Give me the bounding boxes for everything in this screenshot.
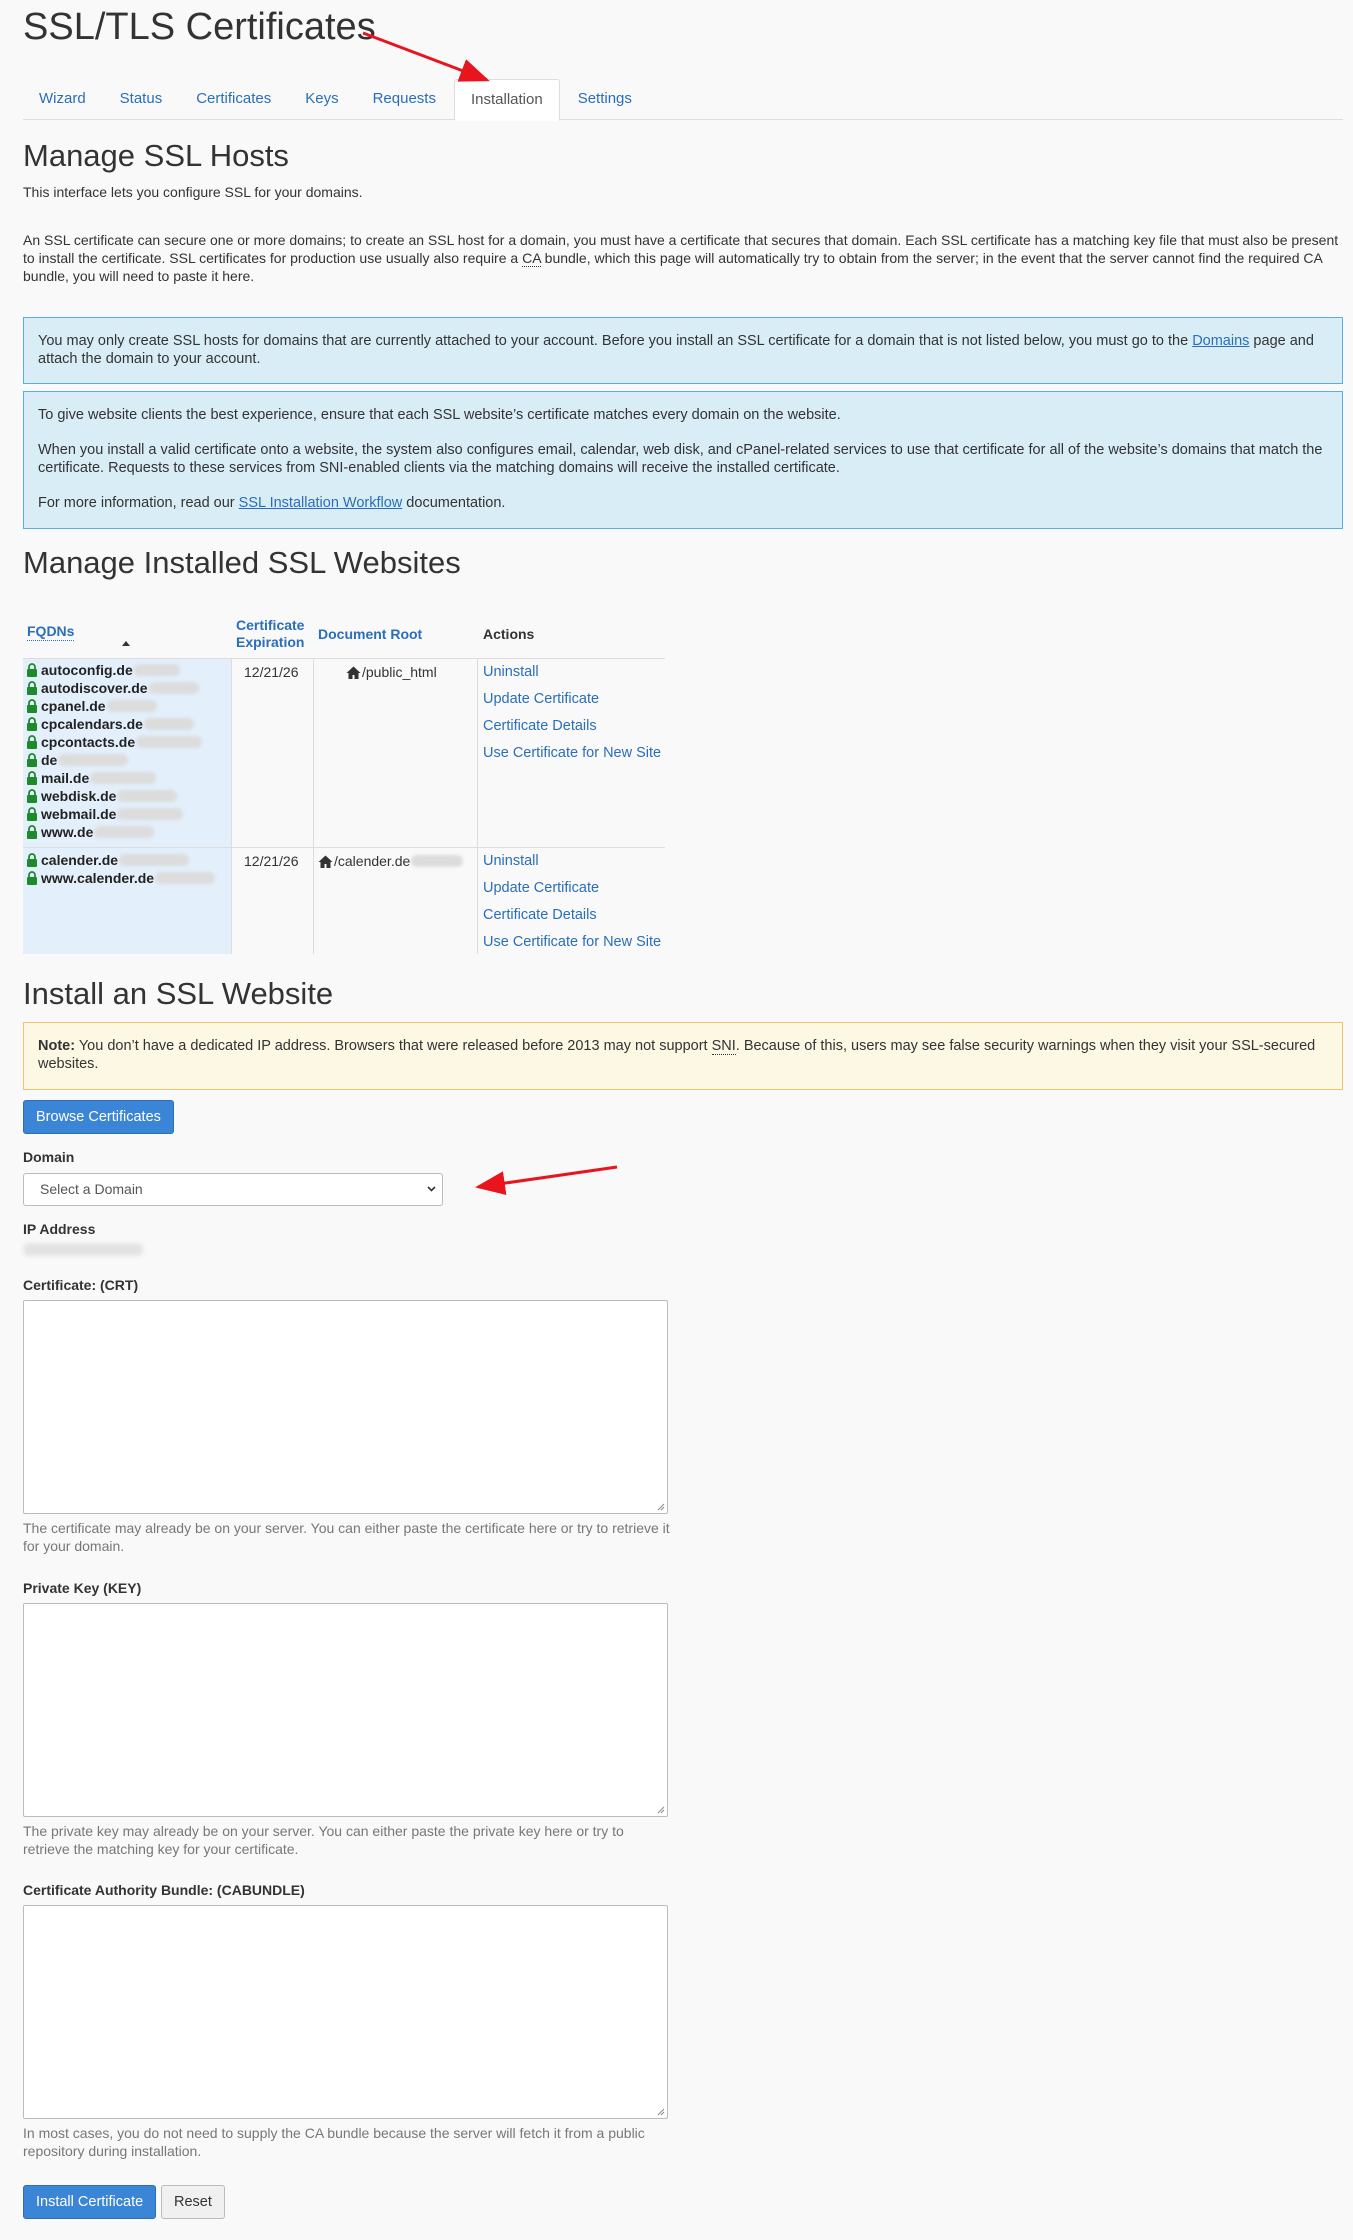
install-ssl-heading: Install an SSL Website [23,976,334,1011]
annotation-arrow-installation [362,31,490,82]
table-row: autoconfig.de autodiscover.de cpanel.de … [23,658,665,847]
list-item: cpcontacts.de [26,733,203,751]
list-item: autoconfig.de [26,661,202,679]
list-item: autodiscover.de [26,679,202,697]
domain-label: Domain [23,1149,75,1165]
installed-ssl-table: FQDNs Certificate Expiration Document Ro… [23,614,665,954]
lock-icon [27,807,37,821]
table-row: calender.de www.calender.de 12/21/26 /ca… [23,847,665,954]
fqdn-list: calender.de www.calender.de [26,851,216,887]
fqdn-list: autoconfig.de autodiscover.de cpanel.de … [26,661,203,841]
tab-settings[interactable]: Settings [562,79,648,120]
cabundle-textarea[interactable] [23,1905,668,2119]
domains-info-alert: You may only create SSL hosts for domain… [23,317,1343,384]
tab-keys[interactable]: Keys [289,79,354,120]
resize-handle-icon [657,2108,665,2116]
list-item: cpcalendars.de [26,715,202,733]
ssl-description: An SSL certificate can secure one or mor… [23,232,1339,284]
private-key-textarea[interactable] [23,1603,668,1817]
lock-icon [27,681,37,695]
expiration-column-header-line2[interactable]: Expiration [236,634,304,651]
certificate-info-alert: To give website clients the best experie… [23,391,1343,529]
tab-status[interactable]: Status [104,79,179,120]
list-item: mail.de [26,769,202,787]
list-item: cpanel.de [26,697,202,715]
chevron-down-icon [427,1186,436,1192]
certificate-textarea[interactable] [23,1300,668,1514]
private-key-label: Private Key (KEY) [23,1580,142,1596]
lock-icon [27,771,37,785]
actions-cell: Uninstall Update Certificate Certificate… [483,852,661,960]
ip-address-value [23,1243,143,1256]
lock-icon [27,663,37,677]
cabundle-help-text: In most cases, you do not need to supply… [23,2125,645,2159]
actions-cell: Uninstall Update Certificate Certificate… [483,663,661,771]
lock-icon [27,853,37,867]
lock-icon [27,753,37,767]
home-icon [346,666,361,679]
info-paragraph: To give website clients the best experie… [38,407,841,423]
actions-column-header: Actions [483,626,535,642]
private-key-help-text: The private key may already be on your s… [23,1823,624,1857]
certificate-details-link[interactable]: Certificate Details [483,906,661,924]
tab-certificates[interactable]: Certificates [180,79,287,120]
ssl-installation-workflow-link[interactable]: SSL Installation Workflow [239,495,403,511]
uninstall-link[interactable]: Uninstall [483,663,661,681]
ip-address-label: IP Address [23,1221,96,1237]
manage-installed-heading: Manage Installed SSL Websites [23,545,461,580]
lock-icon [27,699,37,713]
certificate-help-text: The certificate may already be on your s… [23,1520,670,1554]
list-item: calender.de [26,851,215,869]
uninstall-link[interactable]: Uninstall [483,852,661,870]
lock-icon [27,735,37,749]
info-paragraph: When you install a valid certificate ont… [38,442,1323,476]
resize-handle-icon [657,1503,665,1511]
tab-installation[interactable]: Installation [453,79,560,121]
tab-bar: Wizard Status Certificates Keys Requests… [23,79,1343,121]
dedicated-ip-warning: Note: You don’t have a dedicated IP addr… [23,1022,1343,1090]
annotation-arrow-domain [475,1165,618,1196]
tab-wizard[interactable]: Wizard [23,79,102,120]
use-certificate-new-site-link[interactable]: Use Certificate for New Site [483,933,661,951]
lock-icon [27,825,37,839]
list-item: webdisk.de [26,787,202,805]
expiration-date: 12/21/26 [244,664,299,680]
tab-requests[interactable]: Requests [357,79,452,120]
page-title: SSL/TLS Certificates [23,6,376,48]
resize-handle-icon [657,1806,665,1814]
domains-link[interactable]: Domains [1192,333,1249,349]
browse-certificates-button[interactable]: Browse Certificates [23,1100,174,1134]
reset-button[interactable]: Reset [161,2185,225,2219]
install-certificate-button[interactable]: Install Certificate [23,2185,157,2219]
cabundle-label: Certificate Authority Bundle: (CABUNDLE) [23,1882,305,1898]
intro-text: This interface lets you configure SSL fo… [23,184,363,200]
lock-icon [27,789,37,803]
certificate-label: Certificate: (CRT) [23,1277,139,1293]
lock-icon [27,871,37,885]
list-item: www.calender.de [26,869,216,887]
update-certificate-link[interactable]: Update Certificate [483,879,661,897]
certificate-details-link[interactable]: Certificate Details [483,717,661,735]
manage-ssl-hosts-heading: Manage SSL Hosts [23,138,289,173]
lock-icon [27,717,37,731]
table-header: FQDNs Certificate Expiration Document Ro… [23,614,665,658]
list-item: www.de [26,823,202,841]
domain-select[interactable]: Select a Domain [23,1173,443,1206]
update-certificate-link[interactable]: Update Certificate [483,690,661,708]
list-item: de [26,751,202,769]
ca-abbr: CA [522,250,541,267]
document-root: /public_html [346,664,437,680]
document-root: /calender.de [318,853,464,869]
docroot-column-header[interactable]: Document Root [318,626,422,643]
home-icon [318,855,333,868]
use-certificate-new-site-link[interactable]: Use Certificate for New Site [483,744,661,762]
expiration-date: 12/21/26 [244,853,299,869]
expiration-column-header-line1[interactable]: Certificate [236,617,304,634]
list-item: webmail.de [26,805,202,823]
info-paragraph: For more information, read our SSL Insta… [38,495,506,511]
sort-ascending-icon [122,641,130,646]
fqdns-column-header[interactable]: FQDNs [27,623,75,641]
